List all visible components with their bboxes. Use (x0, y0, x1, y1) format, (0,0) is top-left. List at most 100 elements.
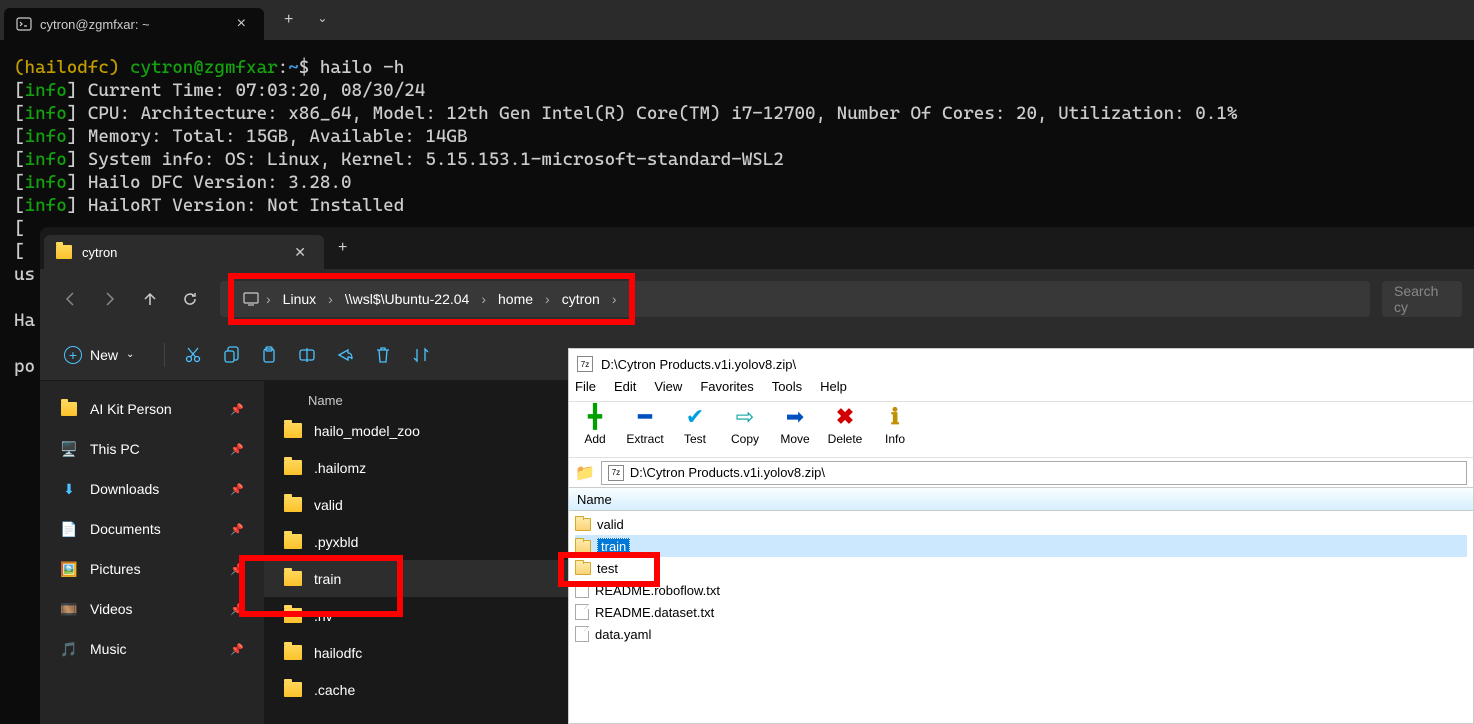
info-tag: info (25, 103, 67, 124)
item-name: data.yaml (595, 627, 651, 642)
list-item[interactable]: test (575, 557, 1467, 579)
x-icon: ✖ (836, 404, 854, 430)
chevron-right-icon: › (477, 291, 490, 307)
tool-label: Move (780, 432, 809, 446)
menu-file[interactable]: File (575, 379, 596, 401)
sidebar-label: This PC (90, 441, 140, 457)
terminal-line: System info: OS: Linux, Kernel: 5.15.153… (88, 149, 784, 170)
test-button[interactable]: ✔Test (675, 404, 715, 457)
column-header-name[interactable]: Name (569, 487, 1473, 511)
sidebar-item-videos[interactable]: 🎞️Videos📌 (40, 589, 264, 629)
sevenzip-window: 7z D:\Cytron Products.v1i.yolov8.zip\ Fi… (568, 348, 1474, 724)
prompt-user: cytron@zgmfxar (130, 57, 278, 78)
folder-icon (284, 423, 302, 438)
move-button[interactable]: ➡Move (775, 404, 815, 457)
info-tag: info (25, 80, 67, 101)
explorer-addressbar: › Linux › \\wsl$\Ubuntu-22.04 › home › c… (40, 269, 1474, 329)
info-tag: info (25, 195, 67, 216)
close-icon[interactable]: ✕ (288, 244, 312, 261)
menu-edit[interactable]: Edit (614, 379, 636, 401)
folder-name: .hailomz (314, 460, 366, 476)
list-item[interactable]: valid (575, 513, 1467, 535)
folder-icon (284, 645, 302, 660)
new-tab-button[interactable]: + (276, 7, 301, 33)
file-icon (575, 626, 589, 642)
up-folder-icon[interactable]: 📁 (575, 463, 595, 483)
terminal-line: Current Time: 07:03:20, 08/30/24 (88, 80, 426, 101)
up-button[interactable] (132, 281, 168, 317)
back-button[interactable] (52, 281, 88, 317)
folder-name: hailo_model_zoo (314, 423, 420, 439)
breadcrumb-item[interactable]: \\wsl$\Ubuntu-22.04 (339, 287, 476, 311)
info-tag: info (25, 149, 67, 170)
sidebar-item-ai-kit[interactable]: AI Kit Person📌 (40, 389, 264, 429)
folder-icon (60, 400, 78, 418)
sevenzip-archive-icon: 7z (608, 465, 624, 481)
chevron-right-icon: › (608, 291, 621, 307)
info-tag: info (25, 126, 67, 147)
folder-icon (284, 571, 302, 586)
chevron-right-icon: › (541, 291, 554, 307)
search-placeholder: Search cy (1394, 283, 1450, 315)
sidebar-item-downloads[interactable]: ⬇Downloads📌 (40, 469, 264, 509)
add-button[interactable]: ╋Add (575, 404, 615, 457)
list-item[interactable]: data.yaml (575, 623, 1467, 645)
prompt-command: hailo -h (320, 57, 404, 78)
sevenzip-path-input[interactable]: 7z D:\Cytron Products.v1i.yolov8.zip\ (601, 461, 1467, 485)
tool-label: Extract (626, 432, 663, 446)
breadcrumb[interactable]: › Linux › \\wsl$\Ubuntu-22.04 › home › c… (220, 281, 1370, 317)
folder-name: valid (314, 497, 343, 513)
item-name: README.roboflow.txt (595, 583, 720, 598)
tool-label: Test (684, 432, 706, 446)
folder-icon (575, 540, 591, 553)
new-tab-button[interactable]: + (324, 231, 361, 265)
prompt-env: (hailodfc) (14, 57, 119, 78)
new-button[interactable]: + New ⌄ (52, 340, 146, 370)
sidebar-item-documents[interactable]: 📄Documents📌 (40, 509, 264, 549)
list-item[interactable]: README.dataset.txt (575, 601, 1467, 623)
tab-dropdown-icon[interactable]: ⌄ (309, 7, 335, 33)
terminal-icon (16, 16, 32, 32)
info-icon: ℹ (891, 404, 899, 430)
sidebar-item-this-pc[interactable]: 🖥️This PC📌 (40, 429, 264, 469)
close-icon[interactable]: × (231, 15, 252, 33)
file-icon (575, 604, 589, 620)
music-icon: 🎵 (60, 640, 78, 658)
search-input[interactable]: Search cy (1382, 281, 1462, 317)
terminal-partial: Ha (14, 310, 35, 331)
menu-help[interactable]: Help (820, 379, 847, 401)
rename-icon[interactable] (297, 345, 317, 365)
new-button-label: New (90, 347, 118, 363)
sidebar-item-music[interactable]: 🎵Music📌 (40, 629, 264, 669)
pin-icon: 📌 (230, 483, 244, 496)
info-button[interactable]: ℹInfo (875, 404, 915, 457)
delete-icon[interactable] (373, 345, 393, 365)
list-item-train[interactable]: train (575, 535, 1467, 557)
explorer-tab[interactable]: cytron ✕ (44, 235, 324, 269)
extract-button[interactable]: ━Extract (625, 404, 665, 457)
sevenzip-titlebar[interactable]: 7z D:\Cytron Products.v1i.yolov8.zip\ (569, 349, 1473, 379)
delete-button[interactable]: ✖Delete (825, 404, 865, 457)
breadcrumb-item[interactable]: cytron (556, 287, 606, 311)
copy-icon[interactable] (221, 345, 241, 365)
menu-tools[interactable]: Tools (772, 379, 802, 401)
list-item[interactable]: README.roboflow.txt (575, 579, 1467, 601)
sidebar-item-pictures[interactable]: 🖼️Pictures📌 (40, 549, 264, 589)
cut-icon[interactable] (183, 345, 203, 365)
menu-view[interactable]: View (654, 379, 682, 401)
copy-button[interactable]: ⇨Copy (725, 404, 765, 457)
paste-icon[interactable] (259, 345, 279, 365)
menu-favorites[interactable]: Favorites (700, 379, 753, 401)
sevenzip-file-list: valid train test README.roboflow.txt REA… (569, 511, 1473, 647)
terminal-partial: po (14, 356, 35, 377)
pin-icon: 📌 (230, 523, 244, 536)
forward-button[interactable] (92, 281, 128, 317)
sort-icon[interactable] (411, 345, 431, 365)
folder-name: .nv (314, 608, 333, 624)
breadcrumb-item[interactable]: home (492, 287, 539, 311)
breadcrumb-item[interactable]: Linux (277, 287, 322, 311)
folder-icon (56, 245, 72, 259)
share-icon[interactable] (335, 345, 355, 365)
refresh-button[interactable] (172, 281, 208, 317)
terminal-tab[interactable]: cytron@zgmfxar: ~ × (4, 8, 264, 40)
